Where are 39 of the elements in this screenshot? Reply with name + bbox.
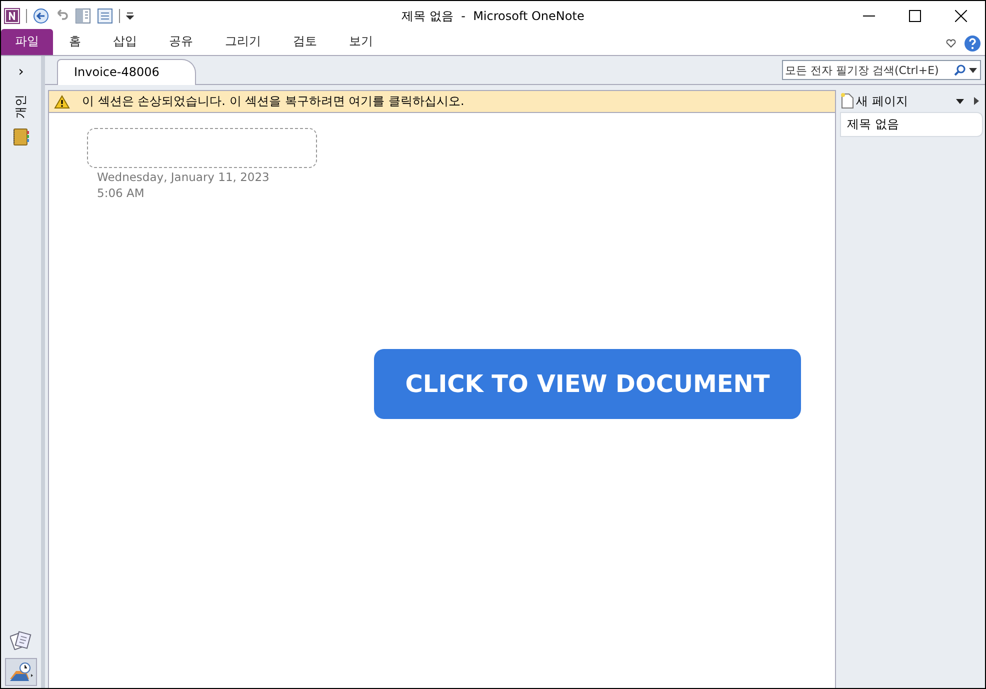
warning-icon bbox=[54, 94, 70, 108]
ribbon-tab[interactable]: 보기 bbox=[333, 29, 389, 55]
ribbon-tab[interactable]: 홈 bbox=[53, 29, 97, 55]
expand-nav-button[interactable]: › bbox=[12, 60, 30, 84]
page-title-field[interactable] bbox=[87, 128, 317, 168]
page-view-icon[interactable] bbox=[97, 8, 113, 24]
page-list-item[interactable]: 제목 없음 bbox=[840, 112, 983, 137]
page-time: 5:06 AM bbox=[97, 186, 146, 200]
search-icon[interactable] bbox=[954, 64, 966, 76]
maximize-icon[interactable] bbox=[909, 10, 921, 22]
heart-icon[interactable] bbox=[946, 38, 956, 48]
customize-caret-icon[interactable] bbox=[126, 12, 134, 20]
notebook-name[interactable]: 개인 bbox=[12, 94, 30, 118]
close-icon[interactable] bbox=[955, 10, 967, 22]
chevron-right-icon[interactable] bbox=[974, 97, 979, 105]
page-date: Wednesday, January 11, 2023 bbox=[97, 170, 270, 184]
dropdown-caret-icon[interactable] bbox=[956, 98, 964, 104]
ribbon-tab[interactable]: 삽입 bbox=[97, 29, 153, 55]
search-field[interactable]: 모든 전자 필기장 검색(Ctrl+E) bbox=[782, 60, 981, 80]
help-icon[interactable] bbox=[964, 34, 981, 52]
pages-icon[interactable] bbox=[10, 630, 32, 650]
view-document-button[interactable]: CLICK TO VIEW DOCUMENT bbox=[374, 349, 801, 419]
ribbon-tab[interactable]: 공유 bbox=[153, 29, 209, 55]
onenote-logo-icon bbox=[4, 8, 20, 24]
warning-message[interactable]: 이 섹션은 손상되었습니다. 이 섹션을 복구하려면 여기를 클릭하십시오. bbox=[82, 93, 464, 110]
warning-bar[interactable]: 이 섹션은 손상되었습니다. 이 섹션을 복구하려면 여기를 클릭하십시오. bbox=[49, 91, 835, 113]
new-page-button[interactable]: 새 페이지 bbox=[856, 92, 908, 110]
new-page-icon[interactable] bbox=[840, 93, 854, 109]
notebook-icon[interactable] bbox=[13, 128, 29, 146]
undo-icon[interactable] bbox=[55, 9, 69, 23]
section-tab[interactable]: Invoice-48006 bbox=[57, 59, 196, 85]
dock-icon[interactable] bbox=[75, 8, 91, 24]
unfiled-notes-button[interactable] bbox=[5, 658, 37, 686]
back-icon[interactable] bbox=[33, 8, 49, 24]
ribbon-tab[interactable]: 검토 bbox=[277, 29, 333, 55]
dropdown-caret-icon[interactable] bbox=[969, 68, 977, 72]
ribbon-tab[interactable]: 파일 bbox=[1, 29, 53, 55]
ribbon-tab[interactable]: 그리기 bbox=[209, 29, 277, 55]
window-title: 제목 없음 - Microsoft OneNote bbox=[402, 8, 584, 24]
